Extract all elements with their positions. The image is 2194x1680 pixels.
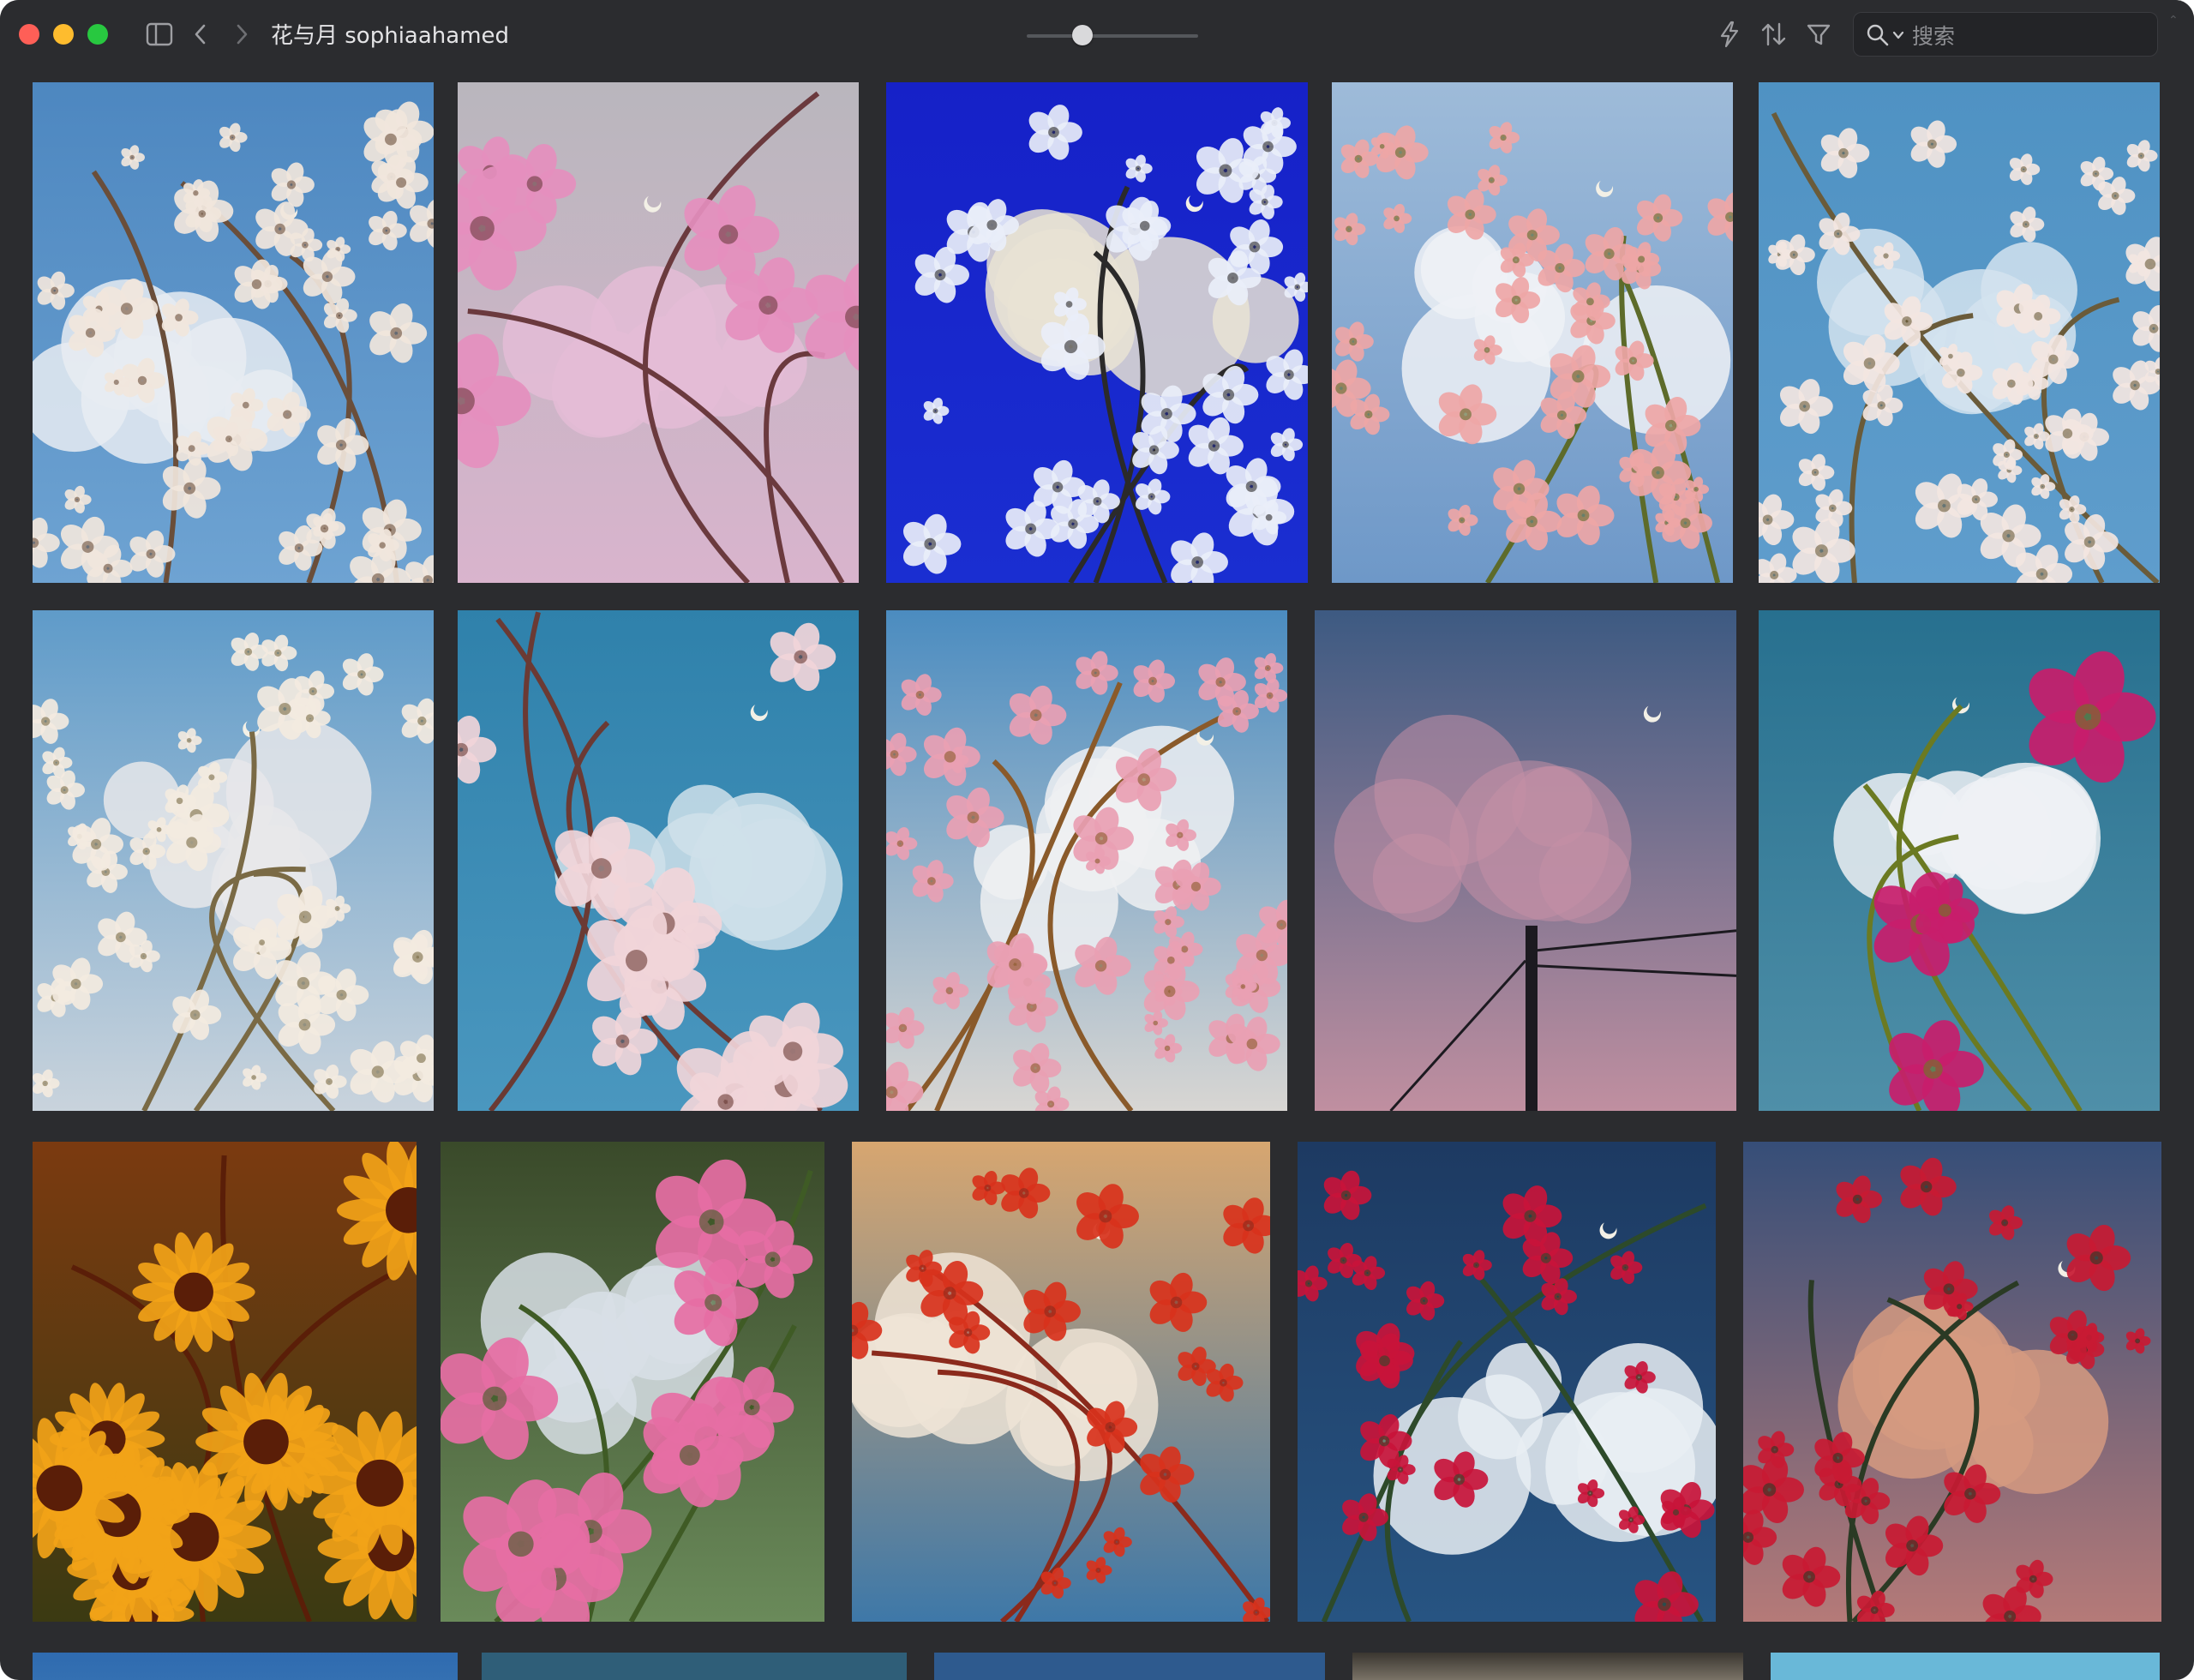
window-title: 花与月 sophiaahamed [271, 23, 510, 49]
photo-image [934, 1653, 1325, 1680]
photo-image [1298, 1142, 1716, 1622]
photo-thumbnail[interactable] [458, 610, 859, 1111]
photo-thumbnail[interactable] [33, 1142, 417, 1622]
zoom-slider[interactable] [1027, 22, 1198, 48]
zoom-slider-track [1027, 34, 1198, 38]
photo-image [458, 82, 859, 583]
chevron-down-icon[interactable] [1891, 27, 1905, 44]
photo-thumbnail[interactable] [886, 82, 1308, 583]
photo-image [1759, 610, 2160, 1111]
close-window-button[interactable] [19, 24, 39, 45]
zoom-slider-thumb[interactable] [1072, 25, 1093, 45]
photo-thumbnail[interactable] [1759, 610, 2160, 1111]
photo-image [1332, 82, 1733, 583]
photo-thumbnail[interactable] [482, 1653, 907, 1680]
photo-thumbnail[interactable] [934, 1653, 1325, 1680]
photo-thumbnail[interactable] [1771, 1653, 2160, 1680]
photo-image [852, 1142, 1270, 1622]
photo-image [1352, 1653, 1743, 1680]
back-chevron-icon[interactable] [185, 19, 216, 50]
photo-image [33, 1142, 417, 1622]
photo-image [1771, 1653, 2160, 1680]
photo-image [33, 610, 434, 1111]
photo-thumbnail[interactable] [458, 82, 859, 583]
photo-image [441, 1142, 824, 1622]
photo-image [33, 82, 434, 583]
minimize-window-button[interactable] [53, 24, 74, 45]
photo-thumbnail[interactable] [1315, 610, 1736, 1111]
photo-thumbnail[interactable] [886, 610, 1287, 1111]
lightning-icon[interactable] [1714, 19, 1745, 50]
photo-image [1315, 610, 1736, 1111]
photo-image [1743, 1142, 2161, 1622]
photo-thumbnail[interactable] [33, 1653, 458, 1680]
photo-thumbnail[interactable] [33, 610, 434, 1111]
photo-thumbnail[interactable] [1759, 82, 2160, 583]
photo-image [33, 1653, 458, 1680]
photo-thumbnail[interactable] [1352, 1653, 1743, 1680]
sidebar-toggle-icon[interactable] [144, 19, 175, 50]
app-window: 花与月 sophiaahamed ⌃ [0, 0, 2194, 1680]
search-input[interactable] [1910, 18, 2154, 54]
photo-image [886, 82, 1308, 583]
title-bar: 花与月 sophiaahamed ⌃ [0, 0, 2194, 70]
photo-image [1759, 82, 2160, 583]
photo-thumbnail[interactable] [1743, 1142, 2161, 1622]
photo-thumbnail[interactable] [852, 1142, 1270, 1622]
photo-image [458, 610, 859, 1111]
resize-indicator: ⌃ [2168, 14, 2179, 27]
photo-image [482, 1653, 907, 1680]
photo-thumbnail[interactable] [441, 1142, 824, 1622]
photo-image [886, 610, 1287, 1111]
forward-chevron-icon[interactable] [226, 19, 257, 50]
photo-thumbnail[interactable] [1298, 1142, 1716, 1622]
zoom-window-button[interactable] [87, 24, 108, 45]
sort-icon[interactable] [1759, 19, 1789, 50]
filter-icon[interactable] [1803, 19, 1834, 50]
photo-thumbnail[interactable] [1332, 82, 1733, 583]
photo-grid [0, 70, 2194, 1680]
search-field[interactable] [1853, 12, 2158, 57]
photo-thumbnail[interactable] [33, 82, 434, 583]
search-icon [1867, 24, 1889, 46]
